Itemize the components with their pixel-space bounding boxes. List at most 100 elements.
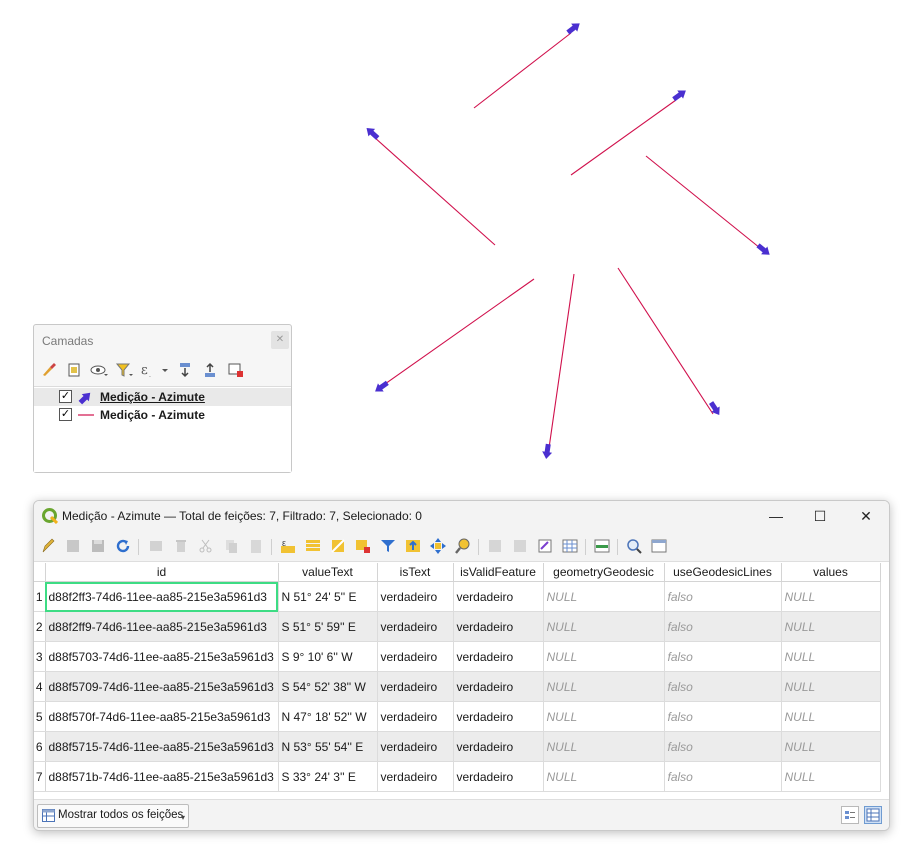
cell-isValidFeature[interactable]: verdadeiro: [453, 701, 544, 732]
cell-geometryGeodesic[interactable]: NULL: [543, 761, 665, 792]
cell-geometryGeodesic[interactable]: NULL: [543, 731, 665, 762]
cell-geometryGeodesic[interactable]: NULL: [543, 581, 665, 612]
cell-geometryGeodesic[interactable]: NULL: [543, 641, 665, 672]
cell-id[interactable]: d88f5709-74d6-11ee-aa85-215e3a5961d3: [45, 671, 279, 702]
table-row[interactable]: 5 d88f570f-74d6-11ee-aa85-215e3a5961d3 N…: [34, 701, 881, 732]
cell-id[interactable]: d88f2ff3-74d6-11ee-aa85-215e3a5961d3: [45, 581, 279, 612]
row-number[interactable]: 6: [34, 731, 46, 762]
cell-values[interactable]: NULL: [781, 761, 881, 792]
cell-valueText[interactable]: S 33° 24' 3'' E: [278, 761, 378, 792]
filter-legend-icon[interactable]: [115, 361, 133, 379]
cell-isText[interactable]: verdadeiro: [377, 761, 454, 792]
cell-useGeodesicLines[interactable]: falso: [664, 581, 782, 612]
show-features-dropdown[interactable]: Mostrar todos os feições ▾: [37, 804, 189, 828]
row-number[interactable]: 7: [34, 761, 46, 792]
cell-isText[interactable]: verdadeiro: [377, 671, 454, 702]
cell-isText[interactable]: verdadeiro: [377, 611, 454, 642]
column-header-isText[interactable]: isText: [377, 563, 454, 582]
paste-icon[interactable]: [247, 537, 265, 555]
cell-valueText[interactable]: S 51° 5' 59'' E: [278, 611, 378, 642]
collapse-all-icon[interactable]: [202, 361, 220, 379]
cell-values[interactable]: NULL: [781, 611, 881, 642]
row-number[interactable]: 4: [34, 671, 46, 702]
table-row[interactable]: 7 d88f571b-74d6-11ee-aa85-215e3a5961d3 S…: [34, 761, 881, 792]
layer-item-arrows[interactable]: ✓ Medição - Azimute: [34, 388, 291, 406]
cell-isText[interactable]: verdadeiro: [377, 701, 454, 732]
cell-values[interactable]: NULL: [781, 671, 881, 702]
move-selection-to-top-icon[interactable]: [404, 537, 422, 555]
cell-isValidFeature[interactable]: verdadeiro: [453, 581, 544, 612]
corner-header[interactable]: [34, 563, 46, 582]
close-panel-icon[interactable]: ✕: [271, 331, 289, 349]
cell-isValidFeature[interactable]: verdadeiro: [453, 761, 544, 792]
filter-selection-icon[interactable]: [379, 537, 397, 555]
cell-id[interactable]: d88f571b-74d6-11ee-aa85-215e3a5961d3: [45, 761, 279, 792]
cell-useGeodesicLines[interactable]: falso: [664, 731, 782, 762]
layer-visibility-checkbox[interactable]: ✓: [59, 390, 72, 403]
pan-to-selection-icon[interactable]: [429, 537, 447, 555]
select-all-icon[interactable]: [304, 537, 322, 555]
zoom-to-selection-icon[interactable]: [454, 537, 472, 555]
style-brush-icon[interactable]: [40, 361, 58, 379]
copy-icon[interactable]: [222, 537, 240, 555]
cell-isValidFeature[interactable]: verdadeiro: [453, 731, 544, 762]
table-view-button[interactable]: [864, 806, 882, 824]
reload-icon[interactable]: [114, 537, 132, 555]
add-group-icon[interactable]: [65, 361, 83, 379]
maximize-button[interactable]: ☐: [805, 504, 835, 528]
form-view-button[interactable]: [841, 806, 859, 824]
cell-isText[interactable]: verdadeiro: [377, 731, 454, 762]
save-edits-icon[interactable]: [89, 537, 107, 555]
deselect-all-icon[interactable]: [354, 537, 372, 555]
row-number[interactable]: 2: [34, 611, 46, 642]
cell-isValidFeature[interactable]: verdadeiro: [453, 611, 544, 642]
cut-icon[interactable]: [197, 537, 215, 555]
remove-layer-icon[interactable]: [227, 361, 245, 379]
cell-valueText[interactable]: N 51° 24' 5'' E: [278, 581, 378, 612]
visibility-eye-icon[interactable]: [90, 361, 108, 379]
cell-id[interactable]: d88f570f-74d6-11ee-aa85-215e3a5961d3: [45, 701, 279, 732]
delete-feature-icon[interactable]: [172, 537, 190, 555]
layer-visibility-checkbox[interactable]: ✓: [59, 408, 72, 421]
cell-valueText[interactable]: S 54° 52' 38'' W: [278, 671, 378, 702]
toggle-editing-icon[interactable]: [39, 537, 57, 555]
cell-geometryGeodesic[interactable]: NULL: [543, 701, 665, 732]
cell-isText[interactable]: verdadeiro: [377, 581, 454, 612]
cell-isText[interactable]: verdadeiro: [377, 641, 454, 672]
table-row[interactable]: 4 d88f5709-74d6-11ee-aa85-215e3a5961d3 S…: [34, 671, 881, 702]
invert-selection-icon[interactable]: [329, 537, 347, 555]
multi-edit-icon[interactable]: [64, 537, 82, 555]
new-field-icon[interactable]: [486, 537, 504, 555]
table-row[interactable]: 1 d88f2ff3-74d6-11ee-aa85-215e3a5961d3 N…: [34, 581, 881, 612]
minimize-button[interactable]: —: [761, 504, 791, 528]
cell-id[interactable]: d88f2ff9-74d6-11ee-aa85-215e3a5961d3: [45, 611, 279, 642]
cell-geometryGeodesic[interactable]: NULL: [543, 671, 665, 702]
column-header-valueText[interactable]: valueText: [278, 563, 378, 582]
field-calculator-icon[interactable]: [561, 537, 579, 555]
cell-values[interactable]: NULL: [781, 581, 881, 612]
table-row[interactable]: 2 d88f2ff9-74d6-11ee-aa85-215e3a5961d3 S…: [34, 611, 881, 642]
add-feature-icon[interactable]: [147, 537, 165, 555]
table-row[interactable]: 3 d88f5703-74d6-11ee-aa85-215e3a5961d3 S…: [34, 641, 881, 672]
row-number[interactable]: 3: [34, 641, 46, 672]
row-number[interactable]: 5: [34, 701, 46, 732]
cell-id[interactable]: d88f5715-74d6-11ee-aa85-215e3a5961d3: [45, 731, 279, 762]
expand-all-icon[interactable]: [177, 361, 195, 379]
filter-expression-icon[interactable]: ε.: [140, 361, 170, 379]
select-by-expression-icon[interactable]: ε: [279, 537, 297, 555]
dock-table-icon[interactable]: [650, 537, 668, 555]
cell-valueText[interactable]: N 47° 18' 52'' W: [278, 701, 378, 732]
cell-isValidFeature[interactable]: verdadeiro: [453, 671, 544, 702]
column-header-useGeodesicLines[interactable]: useGeodesicLines: [664, 563, 782, 582]
cell-geometryGeodesic[interactable]: NULL: [543, 611, 665, 642]
organize-columns-icon[interactable]: [536, 537, 554, 555]
cell-values[interactable]: NULL: [781, 731, 881, 762]
cell-values[interactable]: NULL: [781, 701, 881, 732]
cell-valueText[interactable]: S 9° 10' 6'' W: [278, 641, 378, 672]
cell-isValidFeature[interactable]: verdadeiro: [453, 641, 544, 672]
cell-valueText[interactable]: N 53° 55' 54'' E: [278, 731, 378, 762]
column-header-geometryGeodesic[interactable]: geometryGeodesic: [543, 563, 665, 582]
row-number[interactable]: 1: [34, 581, 46, 612]
layer-item-lines[interactable]: ✓ Medição - Azimute: [34, 406, 291, 424]
column-header-values[interactable]: values: [781, 563, 881, 582]
